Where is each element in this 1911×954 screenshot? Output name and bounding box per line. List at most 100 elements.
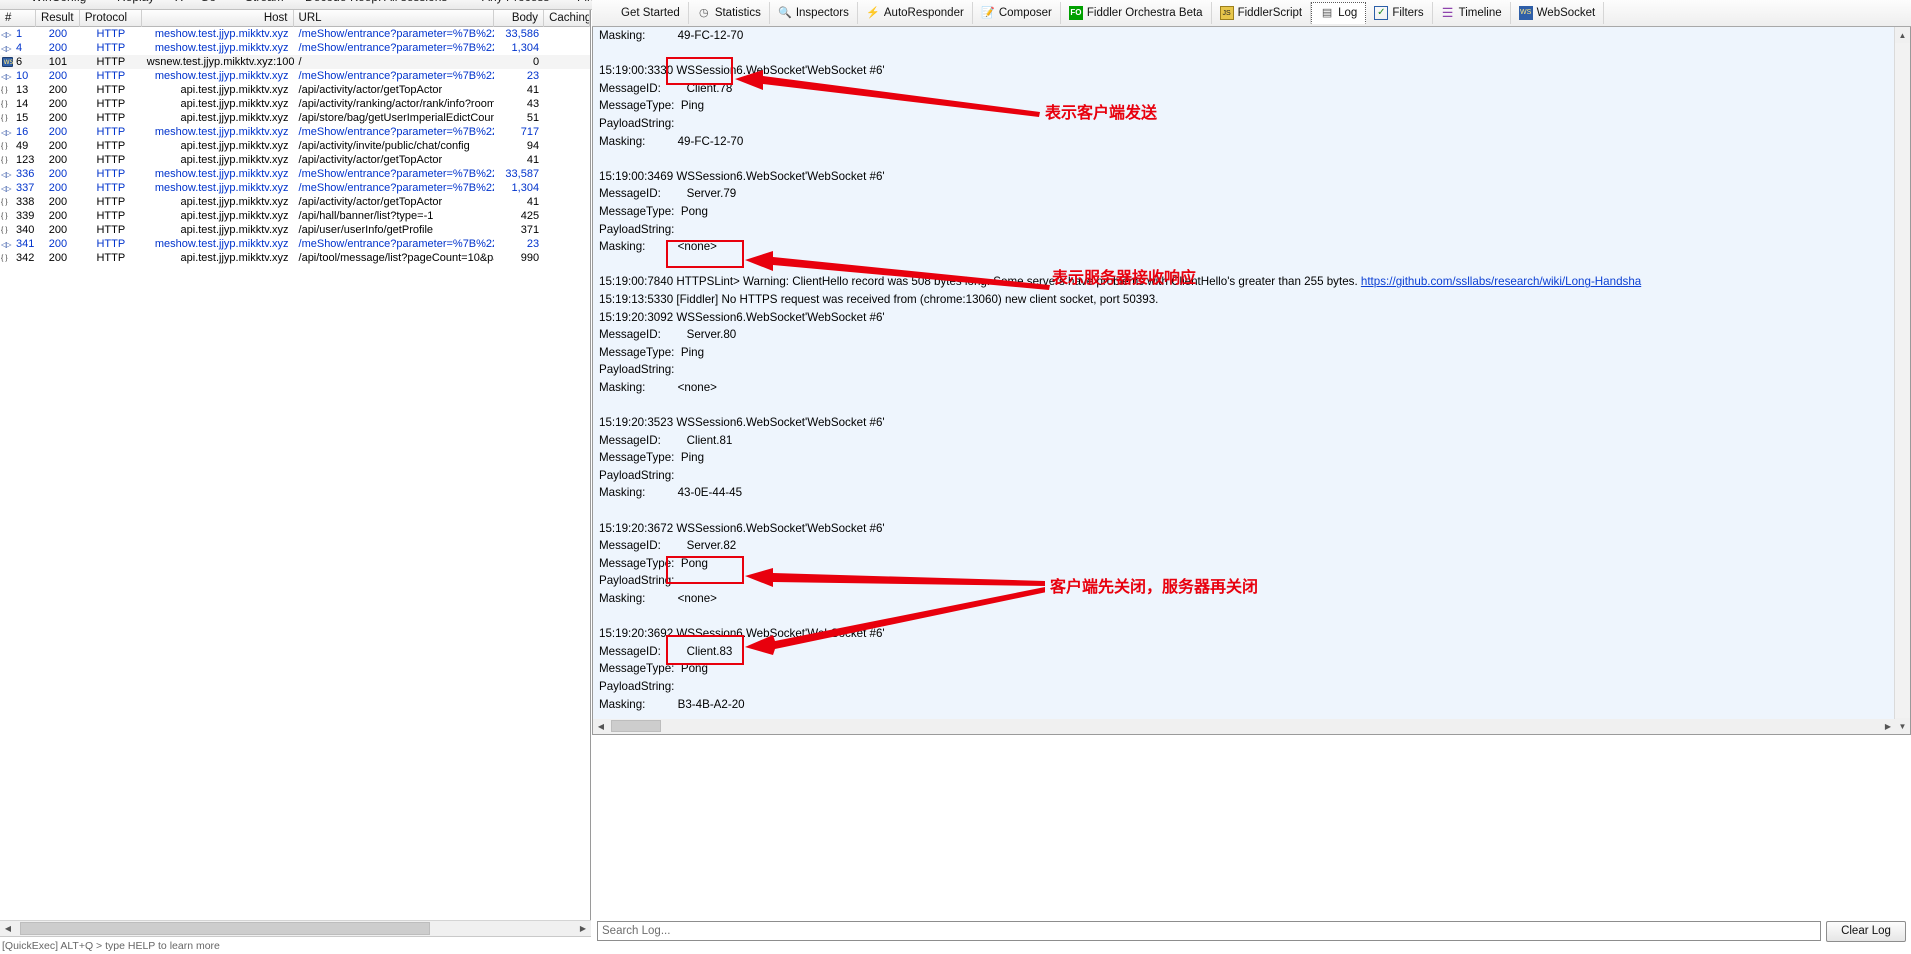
session-number: 123 (16, 154, 35, 166)
quickexec-bar[interactable]: [QuickExec] ALT+Q > type HELP to learn m… (0, 936, 591, 954)
column-header-number[interactable]: # (0, 9, 36, 27)
scroll-left-icon[interactable]: ◀ (0, 921, 16, 936)
cell-protocol: HTTP (96, 154, 126, 166)
column-header-host[interactable]: Host (142, 9, 294, 27)
cell-body: 41 (526, 196, 540, 208)
column-header-url[interactable]: URL (294, 9, 495, 27)
scroll-thumb[interactable] (20, 922, 430, 935)
table-row[interactable]: 123 200 HTTP api.test.jjyp.mikktv.xyz/api/a… (0, 153, 590, 167)
sessions-grid-body[interactable]: 1 200 HTTP meshow.test.jjyp.mikktv.xyz/meSh… (0, 27, 590, 265)
table-row[interactable]: 49 200 HTTP api.test.jjyp.mikktv.xyz/api/ac… (0, 139, 590, 153)
log-line: Masking: <none> (599, 380, 717, 394)
toolbar-keep-sessions[interactable]: Keep: All sessions (350, 0, 447, 4)
tab-bar[interactable]: Get Started ◷ Statistics 🔍 Inspectors ⚡ AutoRe… (592, 0, 1911, 27)
cell-protocol: HTTP (96, 140, 126, 152)
tab-websocket[interactable]: WS WebSocket (1511, 2, 1605, 24)
log-line: 15:19:20:3092 WSSession6.WebSocket'WebSo… (599, 310, 885, 324)
table-row[interactable]: 339 200 HTTP api.test.jjyp.mikktv.xyz/api/h… (0, 209, 590, 223)
cell-number: 4 (0, 41, 36, 55)
log-scroll-down-icon[interactable]: ▼ (1895, 718, 1910, 734)
log-search-bar[interactable]: Clear Log (592, 920, 1911, 942)
cell-result: 200 (48, 42, 68, 54)
log-vertical-scrollbar[interactable]: ▲ ▼ (1894, 27, 1910, 734)
column-header-protocol[interactable]: Protocol (80, 9, 142, 27)
cell-body: 990 (520, 252, 540, 264)
table-row[interactable]: 341 200 HTTP meshow.test.jjyp.mikktv.xyz/me… (0, 237, 590, 251)
tab-timeline[interactable]: ☰ Timeline (1433, 2, 1511, 24)
log-text-content: Masking: 49-FC-12-70 15:19:00:3330 WSSess… (599, 27, 1892, 734)
fiddlerscript-icon: JS (1219, 6, 1234, 20)
tab-filters[interactable]: ✓ Filters (1366, 2, 1433, 24)
tab-get-started[interactable]: Get Started (595, 2, 689, 24)
tab-statistics[interactable]: ◷ Statistics (689, 2, 770, 24)
session-number: 49 (16, 140, 29, 152)
clear-log-button[interactable]: Clear Log (1826, 920, 1906, 942)
cell-result: 101 (48, 56, 68, 68)
table-row[interactable]: 13 200 HTTP api.test.jjyp.mikktv.xyz/api/ac… (0, 83, 590, 97)
table-row[interactable]: 16 200 HTTP meshow.test.jjyp.mikktv.xyz/meS… (0, 125, 590, 139)
cell-caching (544, 167, 590, 181)
log-horizontal-scrollbar[interactable]: ◀ ▶ (593, 719, 1896, 734)
cell-protocol: HTTP (96, 196, 126, 208)
tab-composer[interactable]: 📝 Composer (973, 2, 1061, 24)
session-number: 337 (16, 182, 35, 194)
log-line: 15:19:20:3523 WSSession6.WebSocket'WebSo… (599, 416, 885, 430)
toolbar-go[interactable]: Go (200, 0, 216, 4)
column-header-body[interactable]: Body (494, 9, 545, 27)
toolbar-decode[interactable]: Decode (288, 0, 346, 4)
toolbar-any-process[interactable]: Any Process (465, 0, 549, 4)
sessions-horizontal-scrollbar[interactable]: ◀ ▶ (0, 920, 591, 936)
toolbar-replay[interactable]: Replay (100, 0, 154, 4)
cell-url: /meShow/entrance?parameter=%7B%22platfor… (298, 70, 495, 82)
cell-body: 33,587 (505, 168, 540, 180)
table-row[interactable]: 337 200 HTTP meshow.test.jjyp.mikktv.xyz/me… (0, 181, 590, 195)
tab-fiddler-orchestra-beta[interactable]: FO Fiddler Orchestra Beta (1061, 2, 1212, 24)
table-row[interactable]: 1 200 HTTP meshow.test.jjyp.mikktv.xyz/meSh… (0, 27, 590, 41)
toolbar-winconfig[interactable]: WinConfig (14, 0, 86, 4)
session-number: 13 (16, 84, 29, 96)
table-row[interactable]: 4 200 HTTP meshow.test.jjyp.mikktv.xyz/meSh… (0, 41, 590, 55)
toolbar-clear[interactable]: X (175, 0, 183, 4)
cell-caching (544, 139, 590, 153)
cell-url: /meShow/entrance?parameter=%7B%22platfor… (298, 168, 495, 180)
cell-number: 16 (0, 125, 36, 139)
composer-icon: 📝 (980, 7, 995, 19)
log-line: Masking: 49-FC-12-70 (599, 134, 744, 148)
tab-autoresponder[interactable]: ⚡ AutoResponder (858, 2, 973, 24)
table-row[interactable]: 340 200 HTTP api.test.jjyp.mikktv.xyz/api/u… (0, 223, 590, 237)
log-scroll-right-icon[interactable]: ▶ (1880, 719, 1896, 734)
table-row[interactable]: 336 200 HTTP meshow.test.jjyp.mikktv.xyz/me… (0, 167, 590, 181)
cell-protocol: HTTP (96, 84, 126, 96)
log-line: PayloadString: (599, 116, 675, 130)
httpslint-link[interactable]: https://github.com/ssllabs/research/wiki… (1361, 275, 1641, 288)
table-row[interactable]: 15 200 HTTP api.test.jjyp.mikktv.xyz/api/st… (0, 111, 590, 125)
scroll-track[interactable] (16, 921, 575, 936)
scroll-right-icon[interactable]: ▶ (575, 921, 591, 936)
arrows-icon (1, 29, 13, 40)
log-scroll-left-icon[interactable]: ◀ (593, 719, 609, 734)
filters-icon: ✓ (1374, 6, 1389, 20)
session-number: 341 (16, 238, 35, 250)
search-input[interactable] (597, 921, 1821, 941)
tab-label: Composer (998, 7, 1052, 19)
tab-log[interactable]: ▤ Log (1311, 2, 1367, 24)
tab-inspectors[interactable]: 🔍 Inspectors (770, 2, 858, 24)
log-viewer[interactable]: Masking: 49-FC-12-70 15:19:00:3330 WSSess… (592, 27, 1911, 735)
table-row[interactable]: 342 200 HTTP api.test.jjyp.mikktv.xyz/api/t… (0, 251, 590, 265)
fiddler-window: WinConfig Replay X Go Stream Decode Keep… (0, 0, 1911, 954)
cell-protocol: HTTP (96, 56, 126, 68)
log-scroll-up-icon[interactable]: ▲ (1895, 27, 1910, 43)
column-header-result[interactable]: Result (36, 9, 80, 27)
table-row[interactable]: 338 200 HTTP api.test.jjyp.mikktv.xyz/api/a… (0, 195, 590, 209)
column-header-caching[interactable]: Caching (544, 9, 590, 27)
sessions-grid-header[interactable]: # Result Protocol Host URL Body Caching (0, 9, 590, 27)
cell-result: 200 (48, 28, 68, 40)
table-row[interactable]: 6 101 HTTP wsnew.test.jjyp.mikktv.xyz:1000 /… (0, 55, 590, 69)
table-row[interactable]: 10 200 HTTP meshow.test.jjyp.mikktv.xyz/meS… (0, 69, 590, 83)
tab-fiddlerscript[interactable]: JS FiddlerScript (1212, 2, 1312, 24)
cell-url: /api/store/bag/getUserImperialEdictCount (298, 112, 495, 124)
table-row[interactable]: 14 200 HTTP api.test.jjyp.mikktv.xyz/api/ac… (0, 97, 590, 111)
toolbar-stream[interactable]: Stream (228, 0, 284, 4)
log-line: MessageType: Pong (599, 204, 708, 218)
log-scroll-thumb[interactable] (611, 720, 661, 732)
